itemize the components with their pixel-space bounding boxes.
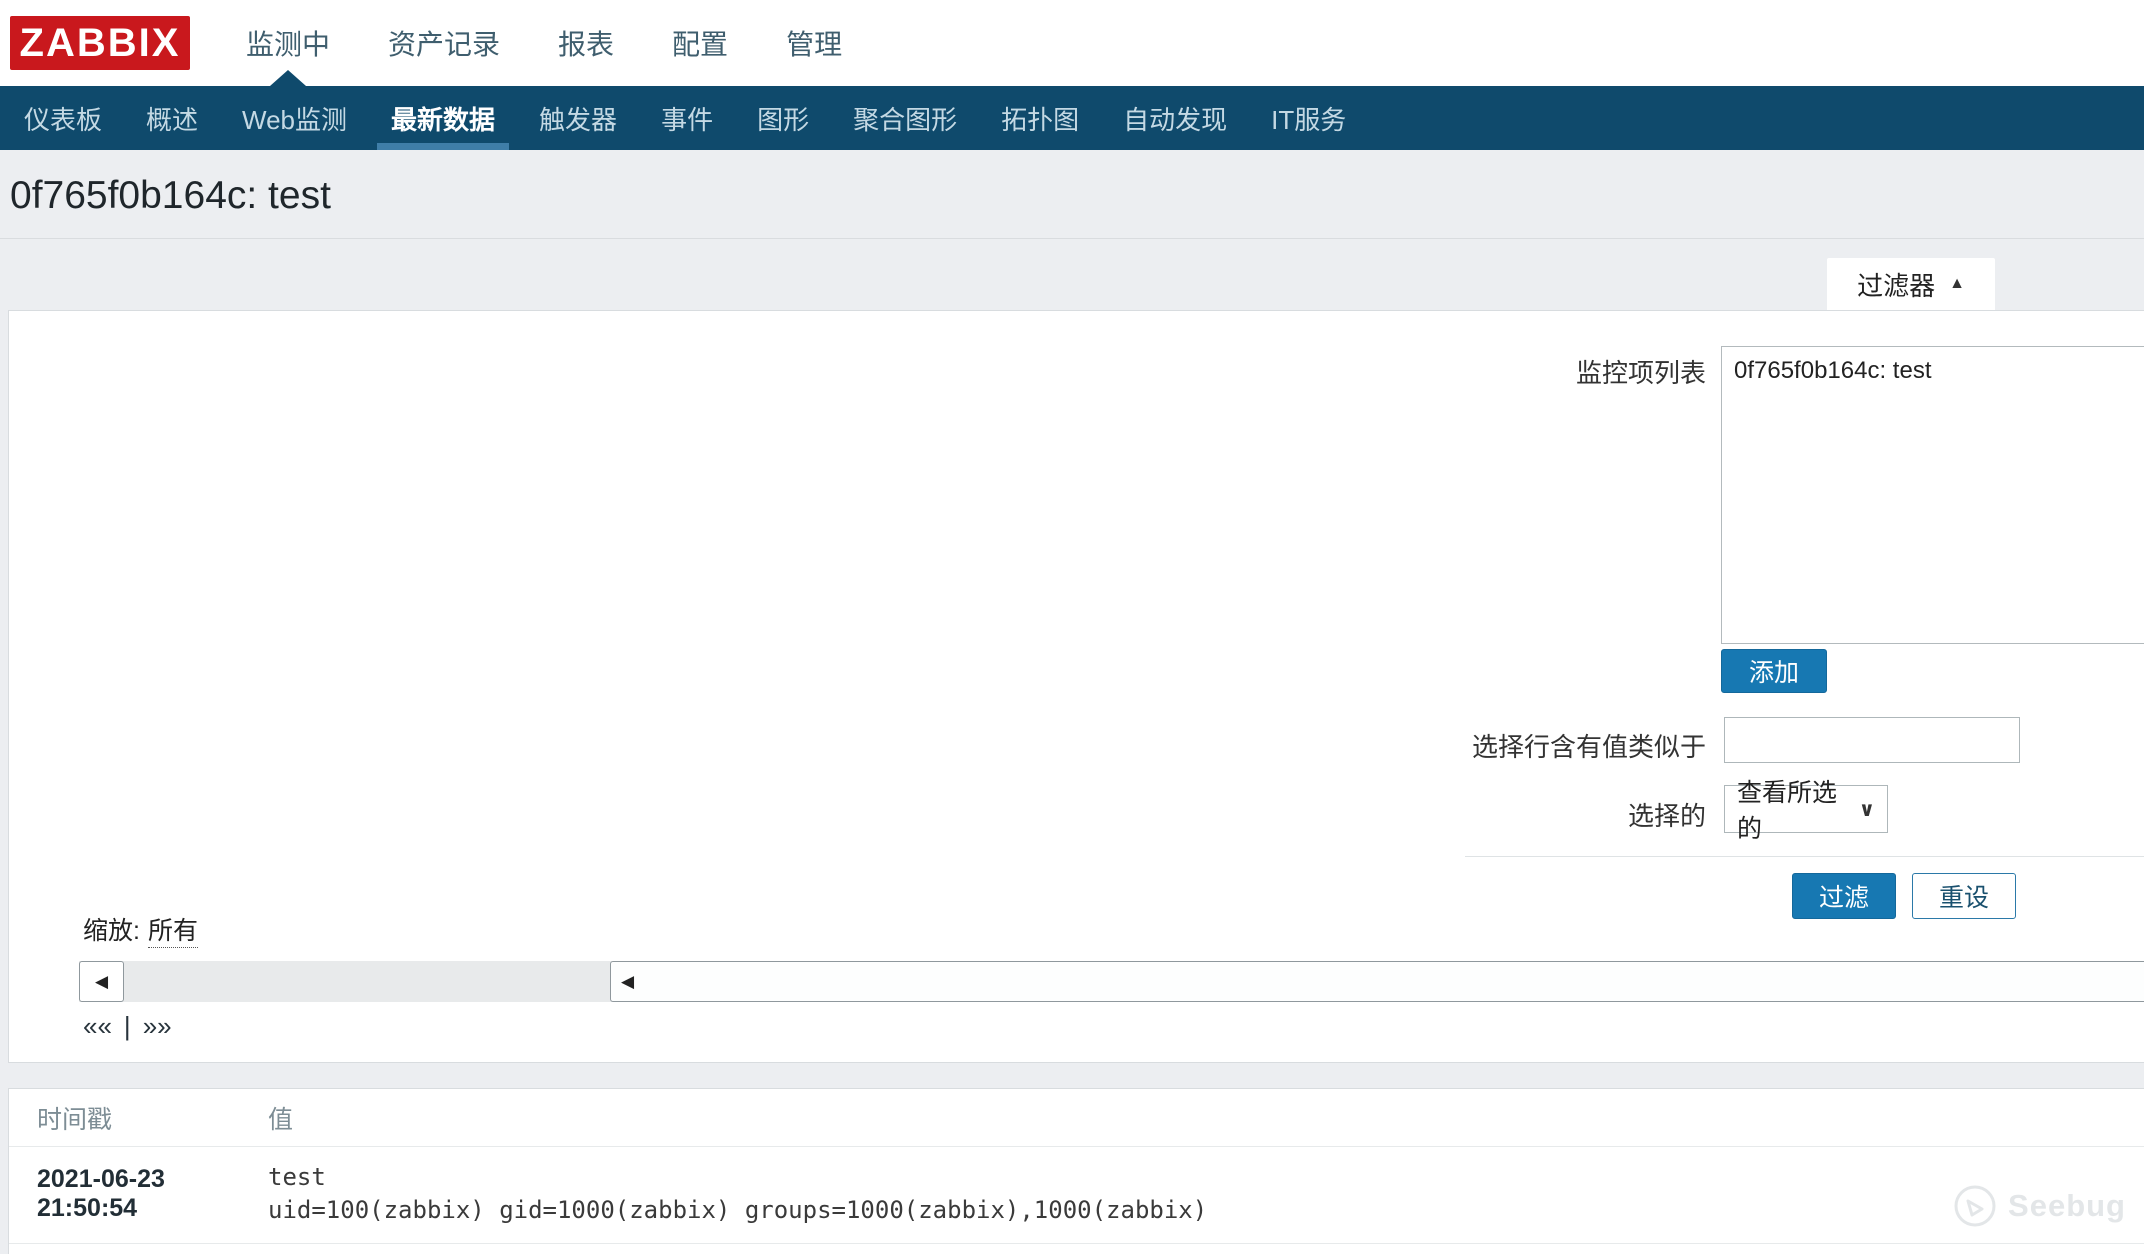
tab-it-services[interactable]: IT服务 (1249, 86, 1368, 150)
zoom-all-link[interactable]: 所有 (148, 911, 198, 948)
time-scrollbar-track[interactable] (79, 961, 612, 1002)
tab-triggers[interactable]: 触发器 (517, 86, 639, 150)
arrow-left-icon: ◀ (95, 972, 108, 992)
value-line: uid=100(zabbix) gid=1000(zabbix) groups=… (268, 1194, 2144, 1227)
tab-screens[interactable]: 聚合图形 (831, 86, 979, 150)
zoom-row: 缩放: 所有 (83, 911, 198, 948)
filter-button[interactable]: 过滤 (1792, 873, 1896, 919)
page-title: 0f765f0b164c: test (10, 174, 331, 218)
column-header-value: 值 (268, 1100, 2144, 1136)
app-header: ZABBIX 监测中 资产记录 报表 配置 管理 (0, 0, 2144, 86)
reset-button[interactable]: 重设 (1912, 873, 2016, 919)
page-root: ZABBIX 监测中 资产记录 报表 配置 管理 仪表板 概述 Web监测 最新… (0, 0, 2144, 1254)
pager-prev-link[interactable]: «« (83, 1011, 112, 1042)
menu-item-configuration[interactable]: 配置 (672, 0, 728, 86)
menu-item-administration[interactable]: 管理 (786, 0, 842, 86)
value-like-label: 选择行含有值类似于 (1472, 727, 1706, 764)
chevron-down-icon: ∨ (1859, 797, 1875, 822)
value-cell: test uid=100(zabbix) gid=1000(zabbix) gr… (268, 1161, 2144, 1227)
collapse-up-icon: ▲ (1949, 275, 1965, 293)
sub-navigation: 仪表板 概述 Web监测 最新数据 触发器 事件 图形 聚合图形 拓扑图 自动发… (0, 86, 2144, 150)
menu-item-label: 配置 (672, 23, 728, 63)
menu-item-label: 报表 (558, 23, 614, 63)
pager-next-link[interactable]: »» (143, 1011, 172, 1042)
table-row: 2021-06-23 21:50:54 test uid=100(zabbix)… (9, 1147, 2144, 1244)
items-listbox[interactable]: 0f765f0b164c: test (1721, 346, 2144, 644)
menu-item-label: 监测中 (246, 23, 330, 63)
zabbix-logo[interactable]: ZABBIX (10, 16, 190, 70)
menu-item-label: 管理 (786, 23, 842, 63)
timeline-pager: «« | »» (83, 1011, 172, 1042)
items-listbox-option[interactable]: 0f765f0b164c: test (1722, 347, 2144, 395)
zoom-label: 缩放: (83, 911, 140, 947)
menu-item-reports[interactable]: 报表 (558, 0, 614, 86)
title-strip: 0f765f0b164c: test (0, 150, 2144, 310)
filter-buttons-divider (1465, 856, 2144, 857)
pager-separator: | (124, 1011, 131, 1042)
table-header-row: 时间戳 值 (9, 1089, 2144, 1147)
tab-overview[interactable]: 概述 (124, 86, 220, 150)
value-line: test (268, 1161, 2144, 1194)
menu-item-inventory[interactable]: 资产记录 (388, 0, 500, 86)
column-header-timestamp: 时间戳 (9, 1100, 268, 1136)
tab-web-monitoring[interactable]: Web监测 (220, 86, 369, 150)
time-scrollbar-slider[interactable]: ◀ (610, 961, 2144, 1002)
selected-dropdown[interactable]: 查看所选的 ∨ (1724, 785, 1888, 833)
history-table-panel: 时间戳 值 2021-06-23 21:50:54 test uid=100(z… (8, 1088, 2144, 1254)
menu-item-label: 资产记录 (388, 23, 500, 63)
tab-dashboard[interactable]: 仪表板 (2, 86, 124, 150)
seebug-watermark: Seebug (1952, 1183, 2126, 1229)
title-divider (0, 238, 2144, 239)
tab-events[interactable]: 事件 (639, 86, 735, 150)
top-menu: 监测中 资产记录 报表 配置 管理 (246, 0, 842, 86)
tab-graphs[interactable]: 图形 (735, 86, 831, 150)
menu-item-monitoring[interactable]: 监测中 (246, 0, 330, 86)
arrow-left-icon: ◀ (621, 972, 634, 992)
tab-latest-data[interactable]: 最新数据 (369, 86, 517, 150)
filter-tab-label: 过滤器 (1857, 266, 1935, 303)
tab-discovery[interactable]: 自动发现 (1101, 86, 1249, 150)
items-list-label: 监控项列表 (1576, 353, 1706, 390)
filter-toggle-tab[interactable]: 过滤器 ▲ (1827, 258, 1995, 310)
scrollbar-left-button[interactable]: ◀ (79, 961, 124, 1002)
selected-dropdown-value: 查看所选的 (1737, 773, 1859, 845)
active-menu-pointer-icon (270, 70, 306, 86)
selected-label: 选择的 (1628, 796, 1706, 833)
watermark-text: Seebug (2008, 1188, 2126, 1224)
value-like-input[interactable] (1724, 717, 2020, 763)
tab-maps[interactable]: 拓扑图 (979, 86, 1101, 150)
seebug-logo-icon (1952, 1183, 1998, 1229)
add-button[interactable]: 添加 (1721, 649, 1827, 693)
filter-panel: 监控项列表 0f765f0b164c: test 添加 选择行含有值类似于 选择… (8, 310, 2144, 1063)
timestamp-cell: 2021-06-23 21:50:54 (9, 1165, 268, 1223)
